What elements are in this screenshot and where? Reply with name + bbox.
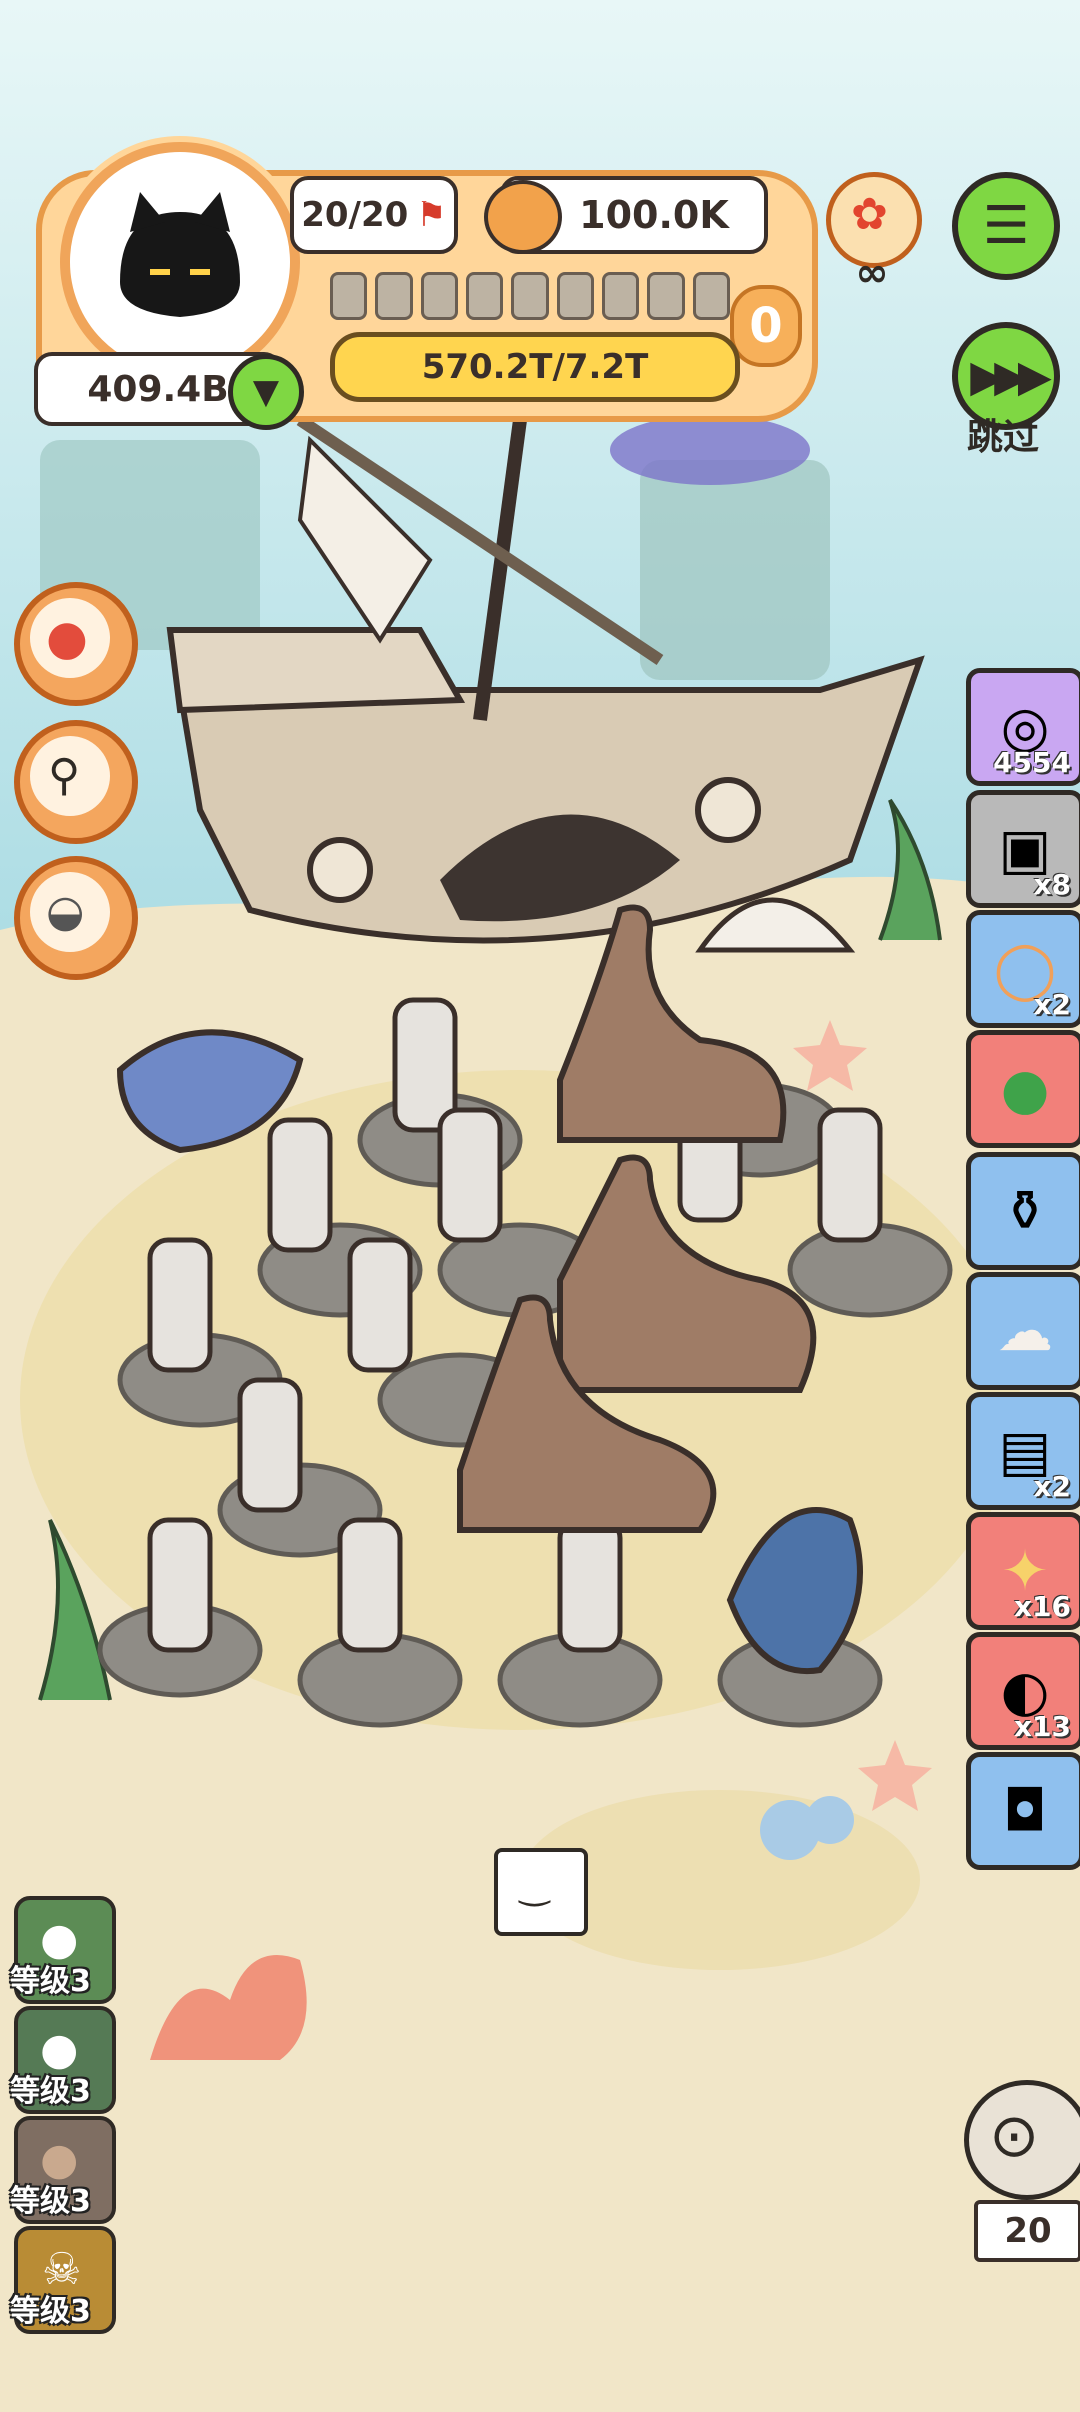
item-count: 4554 <box>993 746 1071 779</box>
capacity-value: 20/20 <box>301 195 409 235</box>
capacity-indicator: 20/20 ⚑ <box>290 176 458 254</box>
camera-icon: ◘ <box>1002 1778 1048 1844</box>
owl-avatar[interactable]: ⊙ <box>964 2080 1080 2200</box>
segment <box>420 272 458 320</box>
black-cat-icon <box>120 192 240 317</box>
currency-display: 100.0K <box>484 176 768 254</box>
fish-bonus-button[interactable]: ● <box>14 582 138 706</box>
item-slot-jar[interactable]: ⚱ <box>966 1152 1080 1270</box>
menu-button[interactable]: ☰ <box>952 172 1060 280</box>
segment <box>601 272 640 320</box>
item-slot-donut[interactable]: ◯ x2 <box>966 910 1080 1028</box>
pan-bonus-button[interactable]: ◒ <box>14 856 138 980</box>
segment <box>465 272 504 320</box>
chevron-down-icon: ▼ <box>252 372 280 412</box>
jar-icon: ⚱ <box>1001 1178 1049 1244</box>
expand-button[interactable]: ▼ <box>228 354 304 430</box>
flag-icon: ⚑ <box>416 195 447 235</box>
pan-icon: ◒ <box>46 886 85 937</box>
level-label: 等级3 <box>10 1964 91 1999</box>
wig-icon: ☁ <box>997 1298 1053 1364</box>
item-count: x16 <box>1013 1590 1071 1623</box>
item-slot-green-orb[interactable]: ● <box>966 1030 1080 1148</box>
level-label: 等级3 <box>10 2294 91 2329</box>
item-slot-reel[interactable]: ◎ 4554 <box>966 668 1080 786</box>
owl-counter: 20 <box>974 2200 1080 2262</box>
item-slot-wig[interactable]: ☁ <box>966 1272 1080 1390</box>
segment <box>556 272 594 320</box>
green-orb-icon: ● <box>1000 1056 1050 1122</box>
item-slot-radio[interactable]: ▣ x8 <box>966 790 1080 908</box>
level-label: 等级3 <box>10 2074 91 2109</box>
segment <box>692 272 730 320</box>
skip-label: 跳过 <box>966 417 1039 458</box>
player-avatar[interactable] <box>60 142 300 382</box>
flower-icon: ✿ <box>851 189 888 240</box>
counter-badge: 0 <box>730 285 802 367</box>
item-count: x2 <box>1033 1470 1071 1503</box>
owl-counter-value: 20 <box>1004 2211 1052 2251</box>
production-progress-bar: 570.2T/7.2T <box>330 332 740 402</box>
item-count: x8 <box>1033 868 1071 901</box>
production-progress-text: 570.2T/7.2T <box>421 347 649 387</box>
menu-list-icon: ☰ <box>982 196 1030 256</box>
smile-icon: ‿ <box>520 1866 549 1907</box>
segment-progress <box>330 272 730 320</box>
infinite-label: ∞ <box>855 250 889 296</box>
owl-icon: ⊙ <box>989 2101 1040 2171</box>
item-slot-tin[interactable]: ▤ x2 <box>966 1392 1080 1510</box>
segment <box>375 272 413 320</box>
whistle-icon: ⚲ <box>48 750 81 801</box>
can-icon <box>484 180 562 254</box>
drawer-toggle-button[interactable]: ‿ <box>494 1848 588 1936</box>
level-label: 等级3 <box>10 2184 91 2219</box>
counter-value: 0 <box>749 298 783 354</box>
item-count: x13 <box>1013 1710 1071 1743</box>
fast-forward-icon: ▶▶▶ <box>970 350 1051 402</box>
item-count: x2 <box>1033 988 1071 1021</box>
whistle-bonus-button[interactable]: ⚲ <box>14 720 138 844</box>
segment <box>330 272 368 320</box>
item-slot-camera[interactable]: ◘ <box>966 1752 1080 1870</box>
segment <box>647 272 685 320</box>
item-slot-cracker[interactable]: ✦ x16 <box>966 1512 1080 1630</box>
currency-value: 100.0K <box>579 193 729 237</box>
fish-icon: ● <box>46 610 88 666</box>
gold-value: 409.4B <box>87 368 229 410</box>
segment <box>511 272 549 320</box>
item-slot-pouch[interactable]: ◐ x13 <box>966 1632 1080 1750</box>
